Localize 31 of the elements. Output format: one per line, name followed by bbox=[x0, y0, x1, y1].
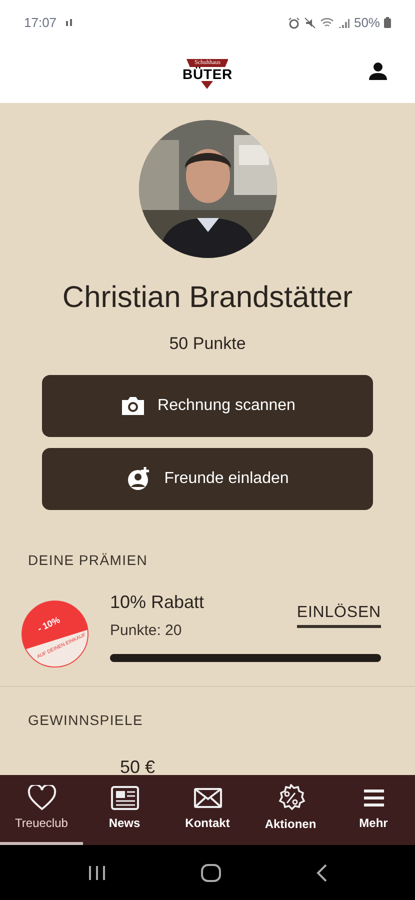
status-time: 17:07 bbox=[24, 14, 57, 32]
section-heading: DEINE PRÄMIEN bbox=[27, 550, 149, 570]
prize-amount: 50 € bbox=[120, 756, 156, 775]
redeem-link[interactable]: EINLÖSEN bbox=[296, 600, 381, 628]
nav-tab[interactable]: Mehr bbox=[332, 775, 415, 845]
reward-points: Punkte: 20 bbox=[110, 620, 183, 640]
wifi-icon bbox=[320, 16, 334, 28]
back-icon[interactable] bbox=[316, 864, 328, 882]
heart-icon bbox=[26, 785, 56, 811]
signal-icon bbox=[338, 16, 350, 28]
newspaper-icon bbox=[110, 785, 140, 811]
battery-icon bbox=[384, 17, 391, 28]
invite-friends-button[interactable]: Freunde einladen bbox=[42, 448, 373, 510]
alarm-icon bbox=[288, 16, 300, 28]
logo-text: BÜTER bbox=[182, 67, 232, 81]
mute-icon bbox=[304, 16, 316, 28]
nav-tab[interactable]: News bbox=[83, 775, 166, 845]
nav-tab[interactable]: Aktionen bbox=[249, 775, 332, 845]
nav-tab[interactable]: Kontakt bbox=[166, 775, 249, 845]
triangle-icon bbox=[201, 81, 214, 89]
section-heading: GEWINNSPIELE bbox=[27, 710, 144, 730]
profile-icon[interactable] bbox=[368, 61, 388, 81]
scan-receipt-button[interactable]: Rechnung scannen bbox=[42, 374, 373, 436]
envelope-icon bbox=[192, 785, 222, 811]
camera-icon bbox=[120, 394, 146, 416]
reward-title: 10% Rabatt bbox=[110, 590, 204, 614]
recent-apps-icon[interactable] bbox=[88, 864, 106, 880]
points-balance: 50 Punkte bbox=[168, 333, 247, 355]
home-icon[interactable] bbox=[200, 864, 220, 882]
battery-level: 50% bbox=[354, 14, 380, 32]
member-name: Christian Brandstätter bbox=[61, 280, 354, 316]
